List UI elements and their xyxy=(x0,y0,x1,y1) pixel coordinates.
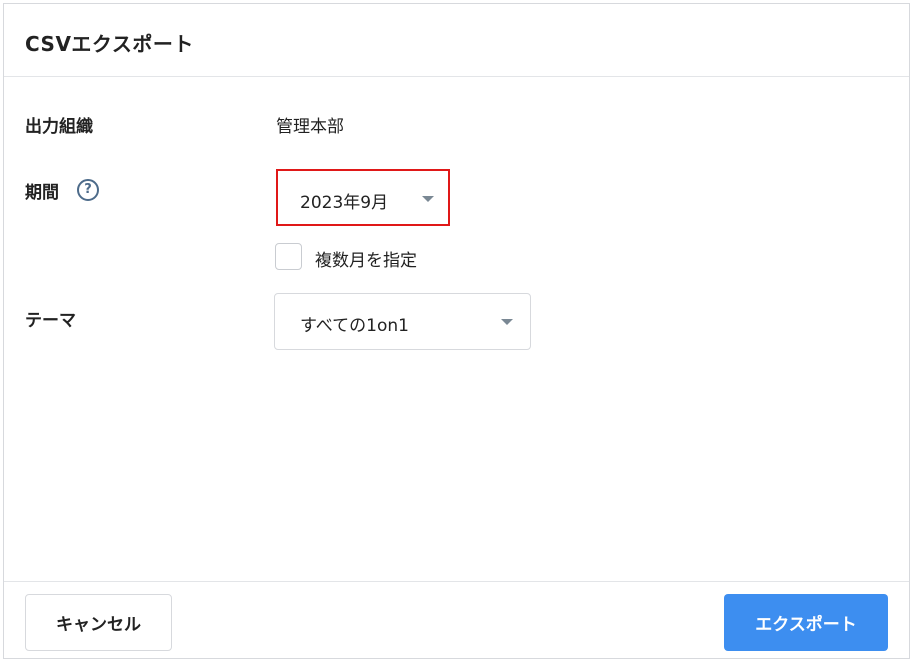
csv-export-dialog: CSVエクスポート 出力組織 管理本部 期間 ? 2023年9月 複数月を指定 … xyxy=(3,3,910,659)
period-label: 期間 xyxy=(25,183,59,203)
export-button[interactable]: エクスポート xyxy=(724,594,888,651)
dialog-header: CSVエクスポート xyxy=(4,4,909,77)
multi-month-checkbox-label[interactable]: 複数月を指定 xyxy=(315,246,417,271)
period-select-value: 2023年9月 xyxy=(300,193,389,213)
theme-select-value: すべての1on1 xyxy=(300,316,409,336)
organization-value: 管理本部 xyxy=(276,117,344,137)
dialog-footer: キャンセル エクスポート xyxy=(4,581,909,658)
organization-label: 出力組織 xyxy=(25,117,93,137)
multi-month-checkbox[interactable] xyxy=(275,243,302,270)
dialog-title: CSVエクスポート xyxy=(25,32,194,56)
cancel-button[interactable]: キャンセル xyxy=(25,594,172,651)
chevron-down-icon xyxy=(422,196,434,202)
period-select[interactable]: 2023年9月 xyxy=(276,169,450,226)
theme-label: テーマ xyxy=(25,311,76,331)
theme-select[interactable]: すべての1on1 xyxy=(274,293,531,350)
question-circle-icon[interactable]: ? xyxy=(77,179,99,201)
chevron-down-icon xyxy=(501,319,513,325)
